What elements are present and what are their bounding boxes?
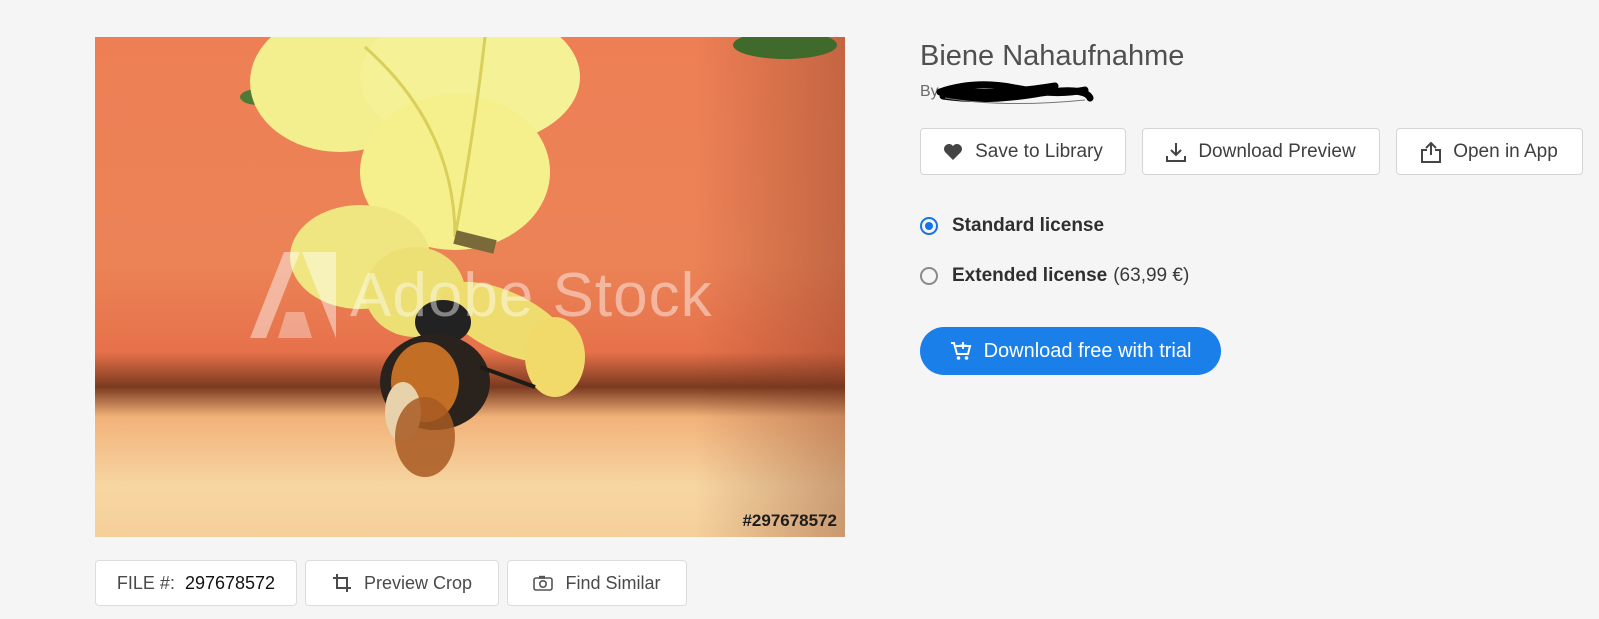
radio-unselected-icon[interactable] xyxy=(920,267,938,285)
share-icon xyxy=(1421,141,1442,163)
cart-icon xyxy=(950,341,972,361)
watermark-text: Adobe Stock xyxy=(350,260,713,330)
download-icon xyxy=(1166,142,1187,162)
camera-icon xyxy=(533,575,554,591)
heart-icon xyxy=(943,143,963,161)
find-similar-button[interactable]: Find Similar xyxy=(507,560,687,606)
license-name: Standard license xyxy=(952,215,1105,236)
download-preview-button[interactable]: Download Preview xyxy=(1142,128,1380,175)
find-similar-label: Find Similar xyxy=(565,572,661,593)
preview-crop-button[interactable]: Preview Crop xyxy=(305,560,499,606)
license-name: Extended license xyxy=(952,265,1108,286)
leaf-shape xyxy=(733,37,837,59)
stock-image-preview[interactable]: Adobe Stock #297678572 xyxy=(95,37,845,537)
download-preview-label: Download Preview xyxy=(1198,140,1356,162)
file-number-overlay: #297678572 xyxy=(742,511,837,530)
redacted-author-scribble xyxy=(936,81,1094,105)
asset-title: Biene Nahaufnahme xyxy=(920,40,1185,72)
license-option-extended[interactable]: Extended license (63,99 €) xyxy=(920,265,1189,287)
save-to-library-button[interactable]: Save to Library xyxy=(920,128,1126,175)
license-price: (63,99 €) xyxy=(1113,265,1190,286)
stem-shape xyxy=(453,230,497,254)
download-free-trial-button[interactable]: Download free with trial xyxy=(920,327,1221,375)
preview-crop-label: Preview Crop xyxy=(363,572,473,593)
download-free-trial-label: Download free with trial xyxy=(983,339,1192,362)
crop-icon xyxy=(332,573,352,593)
license-option-standard[interactable]: Standard license xyxy=(920,215,1104,237)
save-to-library-label: Save to Library xyxy=(975,140,1103,162)
file-number: 297678572 xyxy=(184,572,276,593)
file-label: FILE #: xyxy=(116,572,175,593)
open-in-app-label: Open in App xyxy=(1453,140,1558,162)
open-in-app-button[interactable]: Open in App xyxy=(1396,128,1583,175)
bee-wing xyxy=(395,397,455,477)
file-number-chip: FILE #: 297678572 xyxy=(95,560,297,606)
radio-selected-icon[interactable] xyxy=(920,217,938,235)
adobe-logo-icon xyxy=(250,252,336,338)
watermark: Adobe Stock xyxy=(250,252,713,338)
